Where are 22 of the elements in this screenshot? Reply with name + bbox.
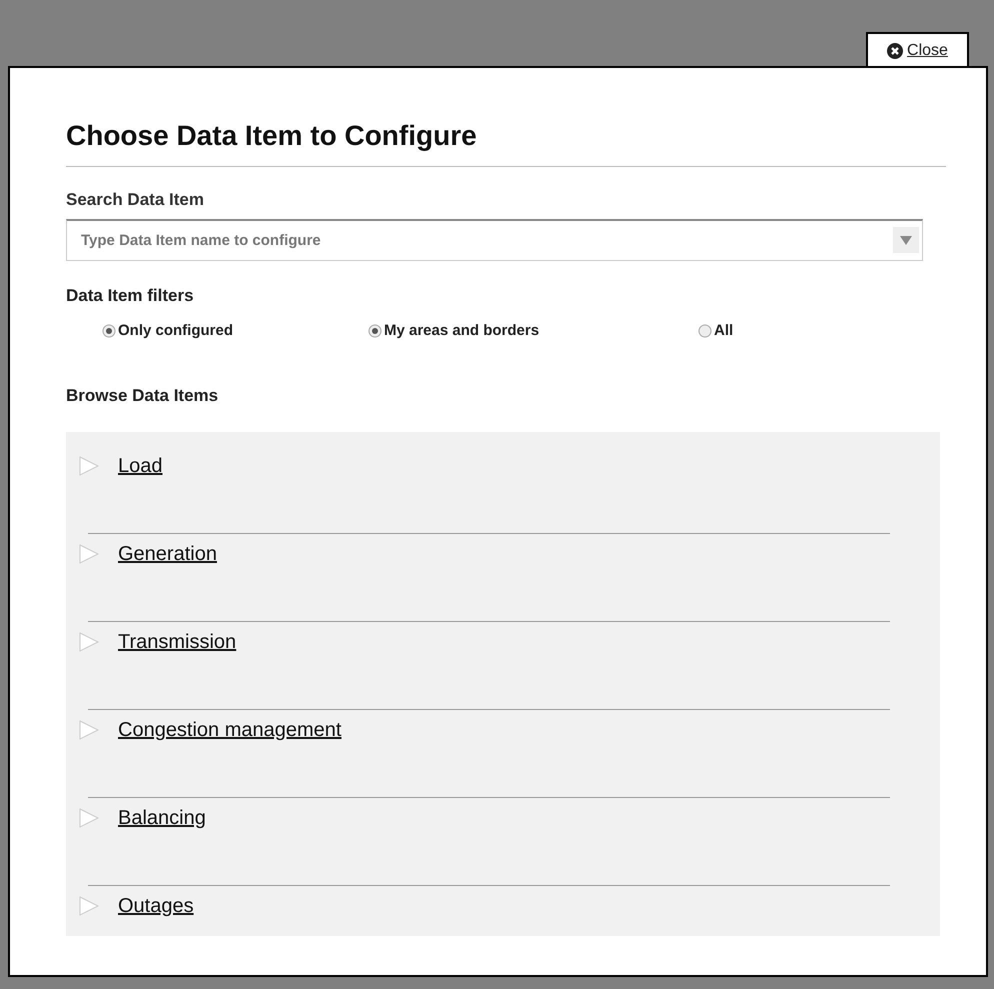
category-link[interactable]: Load xyxy=(118,451,162,481)
filter-radio[interactable]: Only configured xyxy=(102,320,368,342)
category-link[interactable]: Balancing xyxy=(118,803,206,833)
category-link[interactable]: Outages xyxy=(118,891,194,921)
close-icon xyxy=(887,43,904,59)
filter-radio[interactable]: My areas and borders xyxy=(368,320,698,342)
search-label: Search Data Item xyxy=(66,189,205,211)
filters-label: Data Item filters xyxy=(66,284,195,306)
collapsed-triangle-icon[interactable] xyxy=(78,456,100,476)
category-link[interactable]: Congestion management xyxy=(118,715,342,745)
collapsed-triangle-icon[interactable] xyxy=(78,544,100,564)
dialog-title: Choose Data Item to Configure xyxy=(66,118,946,167)
search-field[interactable]: Type Data Item name to configure xyxy=(66,218,923,260)
collapsed-triangle-icon[interactable] xyxy=(78,808,100,828)
close-button[interactable]: Close xyxy=(866,32,969,68)
collapsed-triangle-icon[interactable] xyxy=(78,720,100,740)
category-link[interactable]: Generation xyxy=(118,539,217,569)
filter-radio[interactable]: All xyxy=(698,320,734,342)
collapsed-triangle-icon[interactable] xyxy=(78,896,100,916)
category-link[interactable]: Transmission xyxy=(118,627,236,657)
browse-label: Browse Data Items xyxy=(66,384,220,406)
collapsed-triangle-icon[interactable] xyxy=(78,632,100,652)
